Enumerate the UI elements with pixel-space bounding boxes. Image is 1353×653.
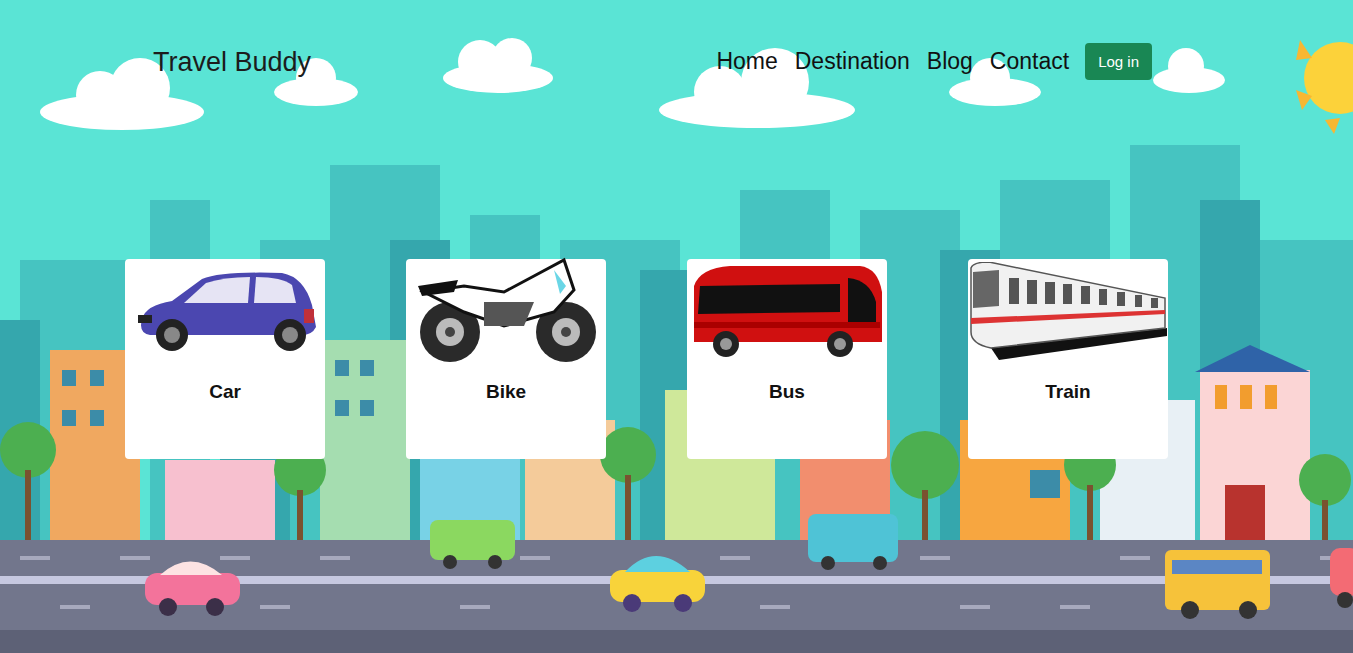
- nav-link[interactable]: Blog: [927, 48, 973, 75]
- nav-link[interactable]: Home: [716, 48, 777, 75]
- card-label: Bike: [480, 381, 532, 403]
- transport-card[interactable]: Train: [968, 259, 1168, 459]
- bus-icon: [687, 259, 887, 363]
- car-icon: [125, 259, 325, 363]
- bike-icon: [406, 259, 606, 363]
- train-icon: [968, 259, 1168, 363]
- nav-menu: Home Destination Blog Contact: [716, 48, 1069, 75]
- login-button[interactable]: Log in: [1085, 43, 1152, 80]
- nav-link[interactable]: Contact: [990, 48, 1069, 75]
- card-label: Train: [1039, 381, 1096, 403]
- car-image-icon: [132, 269, 318, 353]
- card-label: Bus: [763, 381, 811, 403]
- card-label: Car: [203, 381, 247, 403]
- brand-logo[interactable]: Travel Buddy: [153, 45, 311, 78]
- nav-area: Home Destination Blog Contact Log in: [716, 43, 1152, 80]
- transport-cards: Car Bike Bus Train: [0, 259, 1353, 459]
- transport-card[interactable]: Bus: [687, 259, 887, 459]
- transport-card[interactable]: Car: [125, 259, 325, 459]
- train-image-icon: [969, 262, 1167, 360]
- navbar: Travel Buddy Home Destination Blog Contact Lo…: [0, 0, 1353, 80]
- transport-card[interactable]: Bike: [406, 259, 606, 459]
- bike-image-icon: [414, 256, 598, 366]
- bus-image-icon: [690, 262, 884, 360]
- nav-link[interactable]: Destination: [795, 48, 910, 75]
